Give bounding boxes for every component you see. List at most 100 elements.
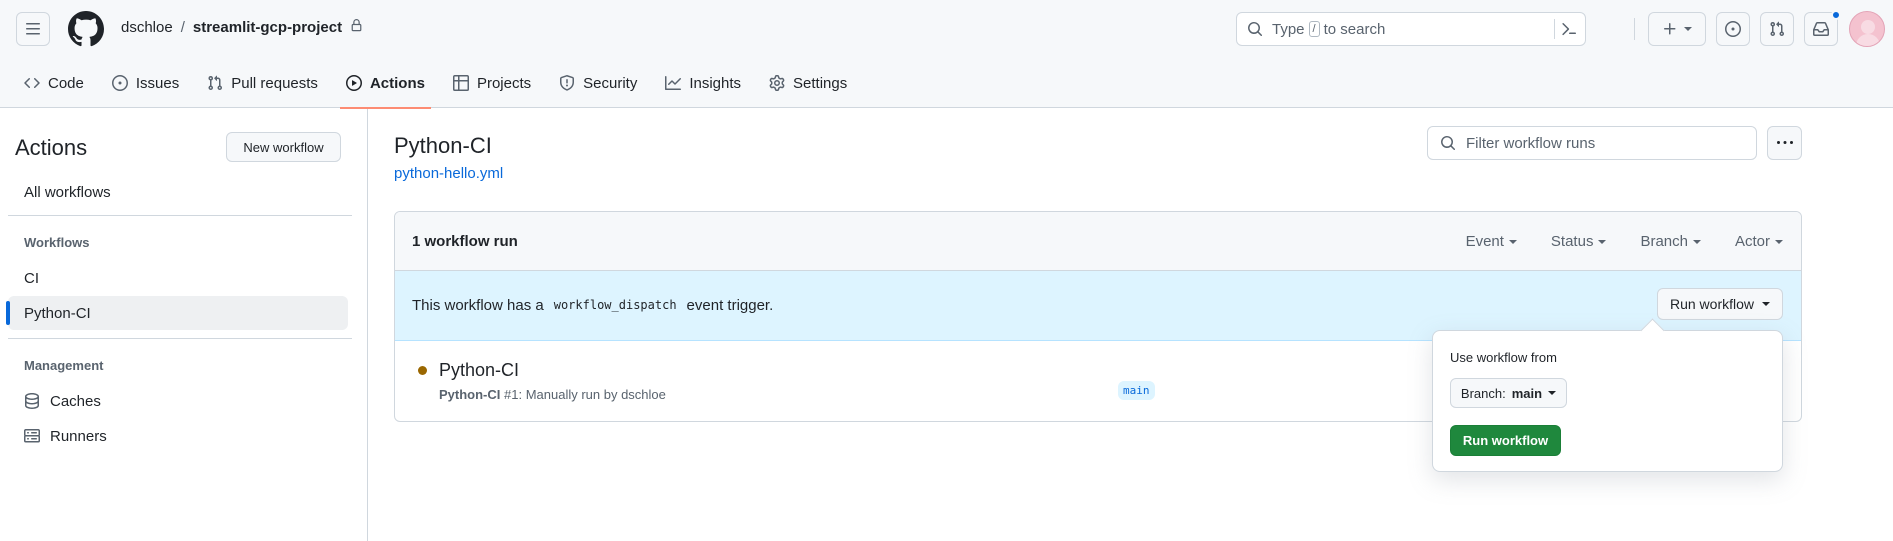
table-icon [452,75,469,91]
workflows-heading: Workflows [24,235,90,250]
sidebar-item-ci[interactable]: CI [8,261,348,295]
branch-filter-label: Branch [1640,233,1688,250]
chevron-down-icon [1762,302,1771,306]
management-heading: Management [24,358,104,373]
search-placeholder: Type / to search [1272,21,1385,38]
sidebar-title: Actions [15,135,88,160]
queued-status-icon [418,366,427,375]
sidebar-item-runners[interactable]: Runners [8,419,348,453]
command-palette-icon[interactable] [1561,21,1577,40]
inbox-icon [1813,22,1829,36]
sidebar-divider [8,215,352,216]
tab-settings[interactable]: Settings [755,58,861,108]
dispatch-text-after: event trigger. [686,296,774,314]
run-meta: Python-CI #1: Manually run by dschloe [439,387,666,402]
lock-icon [350,19,363,36]
use-workflow-from-label: Use workflow from [1450,350,1557,365]
app-header: dschloe / streamlit-gcp-project Type / t… [0,0,1893,109]
sidebar-item-caches[interactable]: Caches [8,384,348,418]
search-icon [1441,136,1456,151]
tab-security-label: Security [583,74,638,92]
filter-placeholder: Filter workflow runs [1466,134,1596,152]
new-workflow-button[interactable]: New workflow [226,132,341,162]
your-issues-button[interactable] [1716,12,1750,46]
play-icon [345,75,362,91]
tab-actions-label: Actions [369,74,425,92]
runs-filter-menus: Event Status Branch Actor [1466,233,1783,250]
sidebar-item-python-ci[interactable]: Python-CI [6,296,348,330]
run-workflow-submit-button[interactable]: Run workflow [1450,425,1561,456]
issue-opened-icon [111,75,128,91]
search-icon [1248,22,1263,37]
chevron-down-icon [1684,27,1692,31]
search-divider [1554,19,1555,39]
tab-insights-label: Insights [689,74,742,92]
tab-code[interactable]: Code [10,58,98,108]
event-filter-menu[interactable]: Event [1466,233,1517,250]
search-prefix: Type [1272,20,1305,38]
branch-select-value: main [1511,385,1543,401]
github-logo-icon[interactable] [68,11,104,47]
server-icon [24,429,40,443]
sidebar-item-all-workflows[interactable]: All workflows [8,175,348,209]
breadcrumb: dschloe / streamlit-gcp-project [121,19,363,36]
filter-workflow-runs-input[interactable]: Filter workflow runs [1427,126,1757,160]
issue-opened-icon [1725,21,1741,37]
status-filter-menu[interactable]: Status [1551,233,1607,250]
dispatch-code: workflow_dispatch [553,298,677,312]
run-meta-detail: #1: Manually run by dschloe [504,387,666,402]
code-icon [24,77,40,89]
search-suffix: to search [1323,20,1386,38]
actor-filter-menu[interactable]: Actor [1735,233,1783,250]
shield-icon [560,75,575,91]
tab-issues[interactable]: Issues [98,58,193,108]
tab-actions[interactable]: Actions [332,58,439,109]
chevron-down-icon [1508,239,1517,244]
tab-security[interactable]: Security [545,58,651,108]
more-options-button[interactable] [1767,126,1802,160]
branch-filter-menu[interactable]: Branch [1640,233,1701,250]
event-filter-label: Event [1465,233,1504,250]
tab-pull-requests[interactable]: Pull requests [193,58,332,108]
kebab-horizontal-icon [1776,141,1793,144]
database-icon [25,393,39,409]
hamburger-icon [26,23,40,35]
sidebar-item-label: CI [24,269,39,287]
tab-projects[interactable]: Projects [439,58,545,108]
unread-notification-dot [1831,10,1841,20]
avatar[interactable] [1849,11,1885,47]
sidebar-divider [8,338,352,339]
sidebar-item-label: Runners [50,427,107,445]
git-pull-request-icon [1770,21,1785,37]
create-new-button[interactable] [1648,12,1706,46]
breadcrumb-repo-link[interactable]: streamlit-gcp-project [193,19,342,36]
your-pull-requests-button[interactable] [1760,12,1794,46]
branch-label[interactable]: main [1118,381,1155,400]
search-shortcut-key: / [1308,21,1320,37]
open-menu-button[interactable] [16,12,50,46]
branch-select-button[interactable]: Branch: main [1450,378,1567,408]
run-title-link[interactable]: Python-CI [439,360,519,381]
page-title: Python-CI [394,133,492,158]
tab-projects-label: Projects [476,74,532,92]
sidebar-item-label: Caches [50,392,101,410]
run-meta-workflow: Python-CI [439,387,501,402]
global-search-input[interactable]: Type / to search [1236,12,1586,46]
dispatch-text-before: This workflow has a [412,296,544,314]
tab-insights[interactable]: Insights [651,58,755,108]
chevron-down-icon [1598,239,1607,244]
sidebar-item-label: All workflows [24,183,111,201]
runs-count: 1 workflow run [412,233,518,250]
run-workflow-label: Run workflow [1669,296,1755,312]
header-top-row: dschloe / streamlit-gcp-project Type / t… [0,0,1893,58]
run-workflow-dropdown-button[interactable]: Run workflow [1657,288,1783,320]
run-workflow-popover: Use workflow from Branch: main Run workfl… [1432,330,1783,472]
workflow-file-link[interactable]: python-hello.yml [394,165,503,182]
gear-icon [769,75,785,91]
header-divider [1634,18,1635,40]
breadcrumb-owner-link[interactable]: dschloe [121,19,173,36]
tab-pull-requests-label: Pull requests [231,74,318,92]
graph-icon [665,76,682,90]
status-filter-label: Status [1550,233,1594,250]
git-pull-request-icon [208,75,223,91]
